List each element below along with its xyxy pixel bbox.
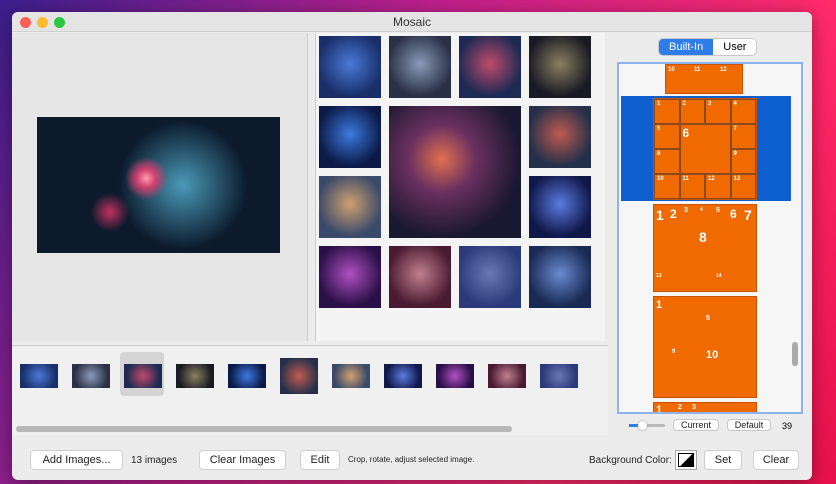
layout-cell: 10 <box>654 174 680 199</box>
layout-cell: 9 <box>730 149 756 174</box>
layout-cell: 6 <box>679 124 731 174</box>
mosaic-tile[interactable] <box>529 36 591 98</box>
layout-cell: 4 <box>730 99 756 124</box>
mosaic-tile[interactable] <box>319 176 381 238</box>
size-slider[interactable] <box>629 421 665 430</box>
horizontal-scrollbar[interactable] <box>16 426 512 432</box>
window-title: Mosaic <box>392 15 431 29</box>
tab-user[interactable]: User <box>713 39 757 55</box>
thumbnail[interactable] <box>332 364 370 388</box>
layout-tabs: Built-In User <box>659 39 757 55</box>
selected-image-preview <box>37 117 280 253</box>
thumbnail[interactable] <box>384 364 422 388</box>
layout-cell: 7 <box>730 124 756 149</box>
add-images-button[interactable]: Add Images... <box>30 450 123 470</box>
mosaic-grid[interactable] <box>315 33 605 341</box>
layout-item[interactable]: 1 2 3 4 5 6 7 8 13 14 <box>653 204 757 292</box>
layout-item-selected[interactable]: 1 2 3 4 5 6 7 8 9 10 11 12 13 <box>653 98 757 200</box>
mosaic-tile[interactable] <box>389 36 451 98</box>
default-button[interactable]: Default <box>727 419 771 431</box>
layout-list[interactable]: 10 11 12 1 2 3 4 5 6 7 8 9 10 11 12 13 1 2 3 4 5 6 7… <box>617 62 803 414</box>
thumbnail[interactable] <box>20 364 58 388</box>
layout-item[interactable]: 1 5 9 10 <box>653 296 757 398</box>
current-button[interactable]: Current <box>673 419 719 431</box>
mosaic-tile[interactable] <box>529 176 591 238</box>
set-button[interactable]: Set <box>704 450 742 470</box>
layout-cell: 2 <box>679 99 705 124</box>
mosaic-tile[interactable] <box>319 246 381 308</box>
mosaic-tile-large[interactable] <box>389 106 521 238</box>
mosaic-tile[interactable] <box>389 246 451 308</box>
thumbnail[interactable] <box>72 364 110 388</box>
edit-button[interactable]: Edit <box>300 450 340 470</box>
layout-count: 39 <box>782 421 793 431</box>
thumbnail[interactable] <box>228 364 266 388</box>
mosaic-tile[interactable] <box>459 246 521 308</box>
thumbnail[interactable] <box>124 364 162 388</box>
thumbnail[interactable] <box>436 364 474 388</box>
zoom-button[interactable] <box>54 17 65 28</box>
close-button[interactable] <box>20 17 31 28</box>
vertical-scrollbar[interactable] <box>792 342 798 366</box>
thumbnail[interactable] <box>280 358 318 394</box>
layout-cell: 12 <box>705 174 731 199</box>
background-color-label: Background Color: <box>589 455 672 466</box>
minimize-button[interactable] <box>37 17 48 28</box>
image-count: 13 images <box>131 455 178 466</box>
layout-cell: 13 <box>730 174 756 199</box>
layout-cell: 8 <box>654 149 680 174</box>
image-preview-pane <box>12 33 308 341</box>
thumbnail[interactable] <box>488 364 526 388</box>
layout-item[interactable]: 1 2 3 <box>653 402 757 412</box>
clear-button[interactable]: Clear <box>753 450 799 470</box>
layout-cell: 11 <box>679 174 705 199</box>
layout-cell: 3 <box>705 99 731 124</box>
mosaic-tile[interactable] <box>529 106 591 168</box>
mosaic-tile[interactable] <box>459 36 521 98</box>
layout-panel: Built-In User 10 11 12 1 2 3 4 5 6 7 8 9 10 11 12 13… <box>615 33 805 437</box>
mosaic-tile[interactable] <box>319 36 381 98</box>
thumbnail[interactable] <box>540 364 578 388</box>
edit-hint: Crop, rotate, adjust selected image. <box>348 455 475 464</box>
mosaic-tile[interactable] <box>319 106 381 168</box>
thumbnail[interactable] <box>176 364 214 388</box>
mosaic-window: Mosaic Built-In User 10 11 12 1234567891… <box>12 12 812 480</box>
layout-cell: 5 <box>654 124 680 149</box>
background-color-well[interactable] <box>675 450 697 470</box>
layout-item[interactable]: 10 11 12 <box>665 64 743 94</box>
thumbnail-strip[interactable] <box>12 345 608 435</box>
layout-cell: 1 <box>654 99 680 124</box>
title-bar: Mosaic <box>12 12 812 32</box>
mosaic-tile[interactable] <box>529 246 591 308</box>
clear-images-button[interactable]: Clear Images <box>199 450 286 470</box>
tab-built-in[interactable]: Built-In <box>659 39 714 55</box>
